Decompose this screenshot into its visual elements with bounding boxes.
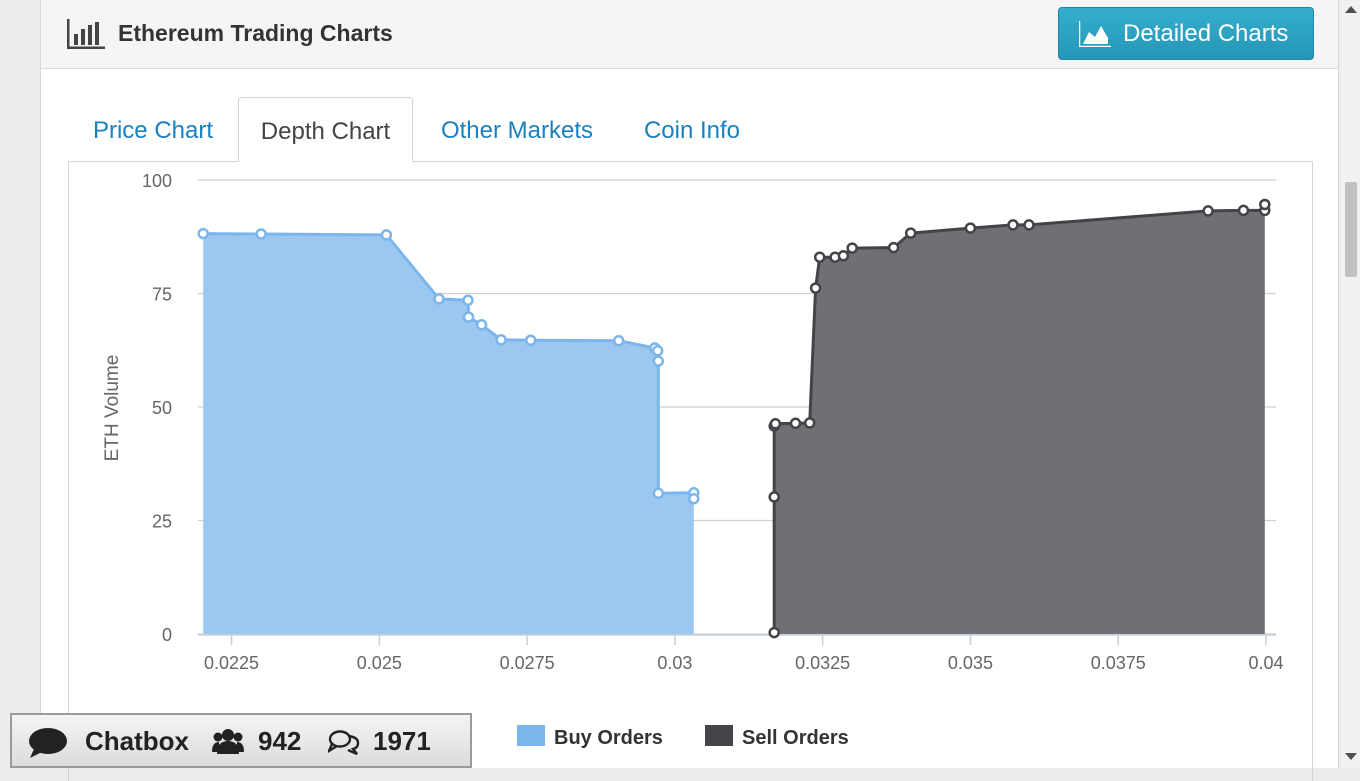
legend-swatch-sell xyxy=(705,725,733,746)
chat-bubble-icon xyxy=(29,728,67,758)
buy-order-point xyxy=(652,487,665,500)
scroll-down-icon[interactable] xyxy=(1345,753,1357,760)
buy-order-point xyxy=(380,229,393,241)
sell-order-point xyxy=(803,417,816,429)
sell-order-point xyxy=(813,251,826,263)
x-tick-label: 0.0225 xyxy=(204,653,259,673)
x-tick-label: 0.03 xyxy=(657,653,692,673)
buy-order-point xyxy=(612,334,625,347)
y-tick-label: 25 xyxy=(152,512,172,532)
y-tick-label: 0 xyxy=(162,625,172,645)
messages-count: 1971 xyxy=(373,726,431,756)
sell-order-point xyxy=(837,250,850,262)
buy-order-point xyxy=(495,334,507,346)
sell-order-point xyxy=(768,491,780,503)
scroll-up-icon[interactable] xyxy=(1345,6,1357,13)
sell-order-point xyxy=(904,227,917,239)
depth-chart: 0 25 50 75 100 0.0225 0.025 0.0275 0.03 0.0325 0.0… xyxy=(102,171,1284,749)
buy-order-point xyxy=(652,355,665,367)
x-tick-label: 0.0325 xyxy=(795,653,850,673)
buy-order-point xyxy=(524,334,537,347)
legend-label-sell: Sell Orders xyxy=(742,727,849,749)
sell-order-point xyxy=(1007,219,1019,231)
page-scrollbar[interactable] xyxy=(1341,0,1360,768)
users-icon xyxy=(212,729,244,754)
y-axis-label: ETH Volume xyxy=(102,355,123,462)
sell-order-point xyxy=(1237,204,1250,217)
buy-order-point xyxy=(197,227,209,240)
buy-order-point xyxy=(255,228,267,240)
y-tick-label: 75 xyxy=(152,285,172,305)
x-tick-label: 0.0375 xyxy=(1091,653,1146,673)
sell-order-point xyxy=(887,241,900,254)
chatbox-label: Chatbox xyxy=(85,726,189,756)
buy-order-point xyxy=(433,293,445,305)
sell-order-point xyxy=(769,418,782,430)
legend: Buy Orders Sell Orders xyxy=(517,725,849,749)
sell-order-point xyxy=(1202,205,1214,217)
x-tick-label: 0.035 xyxy=(948,653,993,673)
x-tick-label: 0.0275 xyxy=(500,653,555,673)
sell-order-point xyxy=(846,242,858,254)
sell-order-point xyxy=(1023,219,1035,231)
x-tick-label: 0.04 xyxy=(1248,653,1283,673)
scroll-thumb[interactable] xyxy=(1345,182,1357,277)
legend-swatch-buy xyxy=(517,725,545,746)
buy-order-point xyxy=(475,319,488,331)
legend-item-sell[interactable]: Sell Orders xyxy=(705,725,849,749)
buy-order-point xyxy=(651,344,664,357)
buy-order-point xyxy=(688,492,700,505)
users-count: 942 xyxy=(258,726,302,756)
legend-label-buy: Buy Orders xyxy=(554,727,663,749)
comments-icon xyxy=(328,730,360,755)
chatbox-bar[interactable]: Chatbox 942 1971 xyxy=(10,713,472,768)
legend-item-buy[interactable]: Buy Orders xyxy=(517,725,663,749)
sell-order-point xyxy=(768,626,780,639)
buy-order-point xyxy=(462,311,475,323)
sell-order-point xyxy=(809,282,822,294)
tab-depth-chart[interactable]: Depth Chart xyxy=(238,97,413,162)
sell-order-point xyxy=(1259,198,1271,211)
sell-order-point xyxy=(964,222,977,234)
buy-order-point xyxy=(462,294,474,307)
sell-order-point xyxy=(789,417,802,430)
y-tick-label: 50 xyxy=(152,398,172,418)
y-tick-label: 100 xyxy=(142,171,172,191)
x-tick-label: 0.025 xyxy=(357,653,402,673)
sell-orders-area xyxy=(774,204,1265,634)
